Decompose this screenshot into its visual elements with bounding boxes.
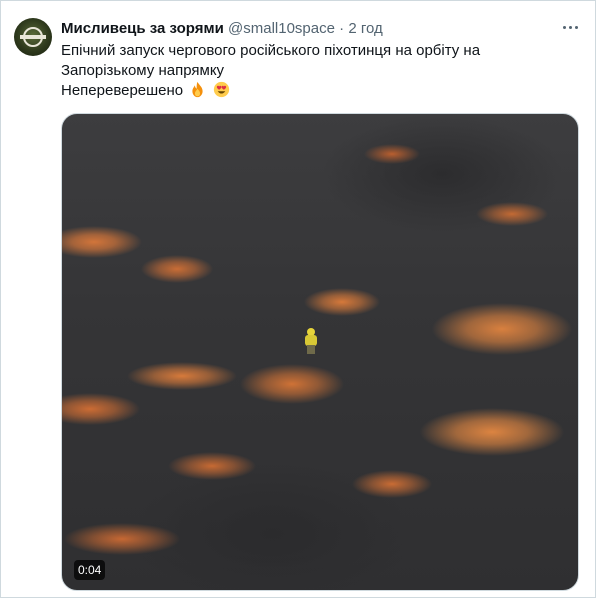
tweet-header: Мисливець за зорями @small10space · 2 го… <box>61 19 541 39</box>
tweet-text-line: Епічний запуск чергового російського піх… <box>61 42 481 59</box>
video-player[interactable]: 0:04 <box>61 113 579 591</box>
author-name[interactable]: Мисливець за зорями <box>61 20 224 37</box>
video-duration-badge: 0:04 <box>74 560 106 580</box>
tweet-text-line-with-emoji: Непереверешено <box>61 81 531 101</box>
heart-eyes-emoji <box>213 81 229 98</box>
separator-dot: · <box>339 20 345 37</box>
fire-emoji <box>192 81 203 98</box>
tweet-card[interactable]: Мисливець за зорями @small10space · 2 го… <box>0 0 596 598</box>
more-options-icon[interactable] <box>559 19 583 35</box>
author-handle[interactable]: @small10space <box>228 20 335 37</box>
tweet-text: Епічний запуск чергового російського піх… <box>61 41 531 101</box>
avatar[interactable] <box>14 18 52 56</box>
avatar-emblem-bar <box>20 35 46 39</box>
tweet-text-line: Непереверешено <box>61 82 184 99</box>
tweet-text-line: Запорізькому напрямку <box>61 62 225 79</box>
tweet-timestamp[interactable]: 2 год <box>348 20 382 37</box>
soldier-figure <box>304 328 318 354</box>
